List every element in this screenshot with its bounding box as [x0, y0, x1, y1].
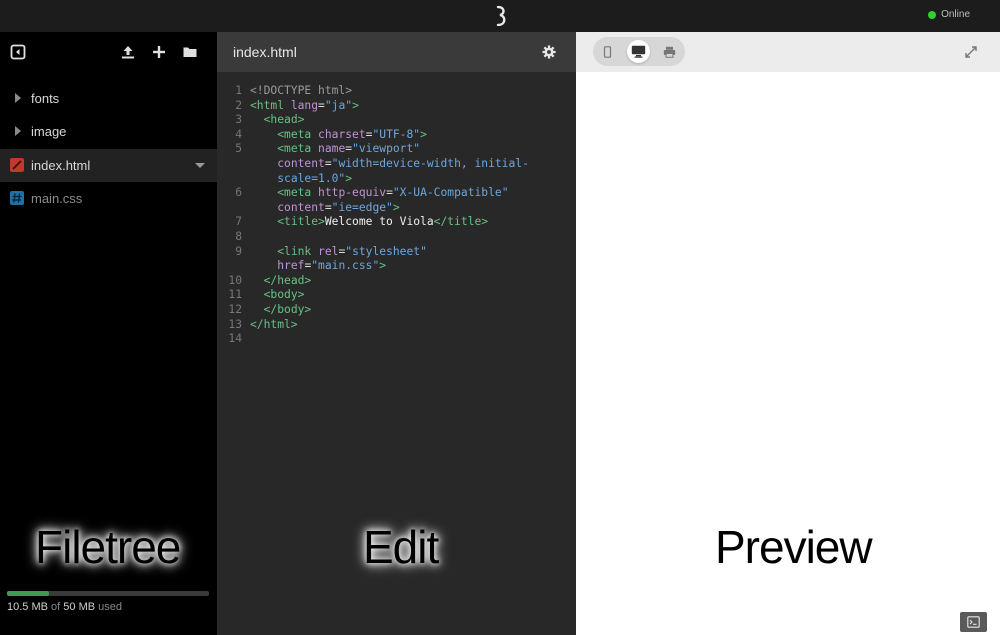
- code-line: 1 <!DOCTYPE html>: [235, 84, 353, 97]
- filetree-item-fonts[interactable]: fonts: [0, 82, 217, 115]
- code-editor[interactable]: 1 <!DOCTYPE html> 2 <html lang="ja"> 3 <he…: [217, 84, 576, 347]
- filetree-item-label: fonts: [31, 91, 60, 106]
- code-line: 2 <html lang="ja">: [235, 98, 359, 112]
- quota-suffix: used: [98, 601, 122, 613]
- css-file-icon: [10, 191, 24, 205]
- storage-quota-fill: [7, 591, 50, 596]
- code-line: 9 <link rel="stylesheet": [235, 244, 427, 258]
- code-line: content="ie=edge">: [277, 200, 400, 214]
- filetree-panel: fonts image index.html main.css 10.5 MB …: [0, 32, 217, 635]
- code-line: href="main.css">: [277, 259, 387, 273]
- filetree-item-label: index.html: [31, 158, 91, 173]
- filetree-toolbar: [0, 32, 217, 72]
- console-button[interactable]: [960, 612, 987, 632]
- storage-quota-text: 10.5 MB of 50 MB used: [7, 601, 122, 613]
- quota-used: 10.5 MB: [7, 601, 48, 613]
- code-line: 12 </body>: [228, 302, 312, 316]
- status-label: Online: [941, 9, 970, 20]
- code-line: 10 </head>: [228, 273, 312, 287]
- expand-arrow-icon: [15, 93, 21, 103]
- preview-header: [576, 32, 1000, 72]
- console-icon: [967, 616, 980, 628]
- code-line: scale=1.0">: [277, 171, 353, 185]
- quota-of: of: [51, 601, 61, 613]
- storage-quota-bar: [7, 591, 209, 596]
- collapse-sidebar-icon[interactable]: [10, 44, 26, 60]
- quota-total: 50 MB: [63, 601, 96, 613]
- expand-icon[interactable]: [964, 45, 978, 59]
- status-dot-icon: [928, 10, 937, 19]
- code-line: 3 <head>: [235, 113, 305, 127]
- preview-overlay-label: Preview: [715, 521, 873, 573]
- code-line: 7 <title>Welcome to Viola</title>: [235, 215, 489, 229]
- expand-arrow-icon: [15, 126, 21, 136]
- edit-overlay-label: Edit: [363, 521, 439, 573]
- viola-logo-icon: [496, 6, 506, 26]
- upload-icon[interactable]: [120, 44, 136, 60]
- connection-status: Online: [928, 9, 970, 20]
- editor-filename: index.html: [233, 44, 297, 60]
- filetree-item-image[interactable]: image: [0, 115, 217, 148]
- folder-icon[interactable]: [182, 44, 198, 60]
- code-line: 14: [228, 332, 242, 346]
- code-line: 6 <meta http-equiv="X-UA-Compatible": [235, 186, 509, 200]
- desktop-device-button[interactable]: [627, 40, 650, 63]
- editor-panel: index.html 1 <!DOCTYPE html> 2 <html lang=…: [217, 32, 576, 635]
- code-line: 11 <body>: [228, 288, 305, 302]
- filetree-overlay-label: Filetree: [35, 521, 181, 573]
- editor-header: index.html: [217, 32, 576, 72]
- filetree-item-label: image: [31, 124, 67, 139]
- code-line: 4 <meta charset="UTF-8">: [235, 127, 427, 141]
- print-icon: [663, 46, 676, 58]
- desktop-icon: [631, 45, 646, 58]
- print-device-button[interactable]: [658, 40, 681, 63]
- code-line: content="width=device-width, initial-: [277, 156, 529, 170]
- code-line: 8: [235, 229, 242, 243]
- filetree-item-main-css[interactable]: main.css: [0, 182, 217, 215]
- top-bar: Online: [0, 0, 1000, 32]
- filetree-item-label: main.css: [31, 191, 83, 206]
- gear-icon[interactable]: [542, 45, 556, 59]
- device-switcher: [593, 37, 685, 66]
- chevron-down-icon[interactable]: [195, 163, 205, 168]
- preview-panel: Preview: [576, 32, 1000, 635]
- mobile-icon: [603, 46, 612, 58]
- code-line: 5 <meta name="viewport": [235, 142, 421, 156]
- mobile-device-button[interactable]: [596, 40, 619, 63]
- code-line: 13 </html>: [228, 317, 298, 331]
- html-file-icon: [10, 158, 24, 172]
- add-icon[interactable]: [151, 44, 167, 60]
- filetree-item-index-html[interactable]: index.html: [0, 149, 217, 182]
